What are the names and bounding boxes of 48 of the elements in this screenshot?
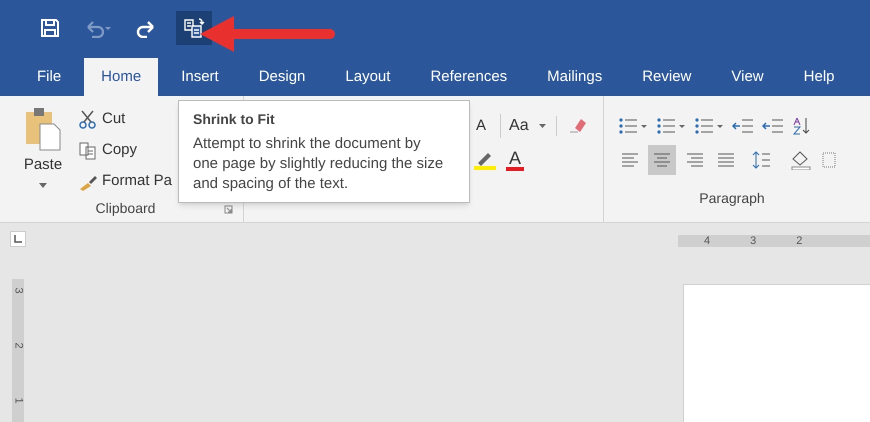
align-left-icon	[621, 153, 639, 167]
copy-icon	[78, 140, 98, 160]
dropdown-arrow-icon	[538, 124, 546, 128]
ribbon-tab[interactable]: Insert	[164, 58, 236, 96]
ribbon-tab[interactable]: Mailings	[530, 58, 620, 96]
ribbon-tab[interactable]: References	[413, 58, 524, 96]
align-justify-icon	[717, 153, 735, 167]
group-label: Clipboard	[96, 199, 156, 218]
clear-formatting-icon[interactable]	[556, 116, 587, 136]
change-case-button[interactable]: Aa	[500, 114, 529, 138]
caret-icon	[38, 182, 47, 188]
ruler-number: 3	[12, 287, 24, 294]
tab-selector[interactable]	[10, 231, 26, 247]
decrease-indent-icon[interactable]	[732, 117, 754, 135]
align-right-icon	[685, 153, 703, 167]
font-color-button[interactable]: A	[506, 149, 524, 171]
ruler-number: 1	[12, 397, 24, 404]
paste-button[interactable]: Paste	[24, 106, 62, 188]
shrink-to-fit-icon[interactable]	[176, 10, 212, 44]
ribbon-tab[interactable]: Layout	[328, 58, 408, 96]
tooltip-title: Shrink to Fit	[193, 110, 276, 129]
scissors-icon	[78, 110, 98, 130]
ruler-number: 4	[704, 234, 710, 249]
painter-button[interactable]: Format Pa	[78, 168, 172, 195]
align-center-icon	[653, 153, 671, 167]
sort-icon[interactable]	[792, 116, 812, 136]
ribbon-tab[interactable]: View	[714, 58, 781, 96]
cut-button[interactable]: Cut	[78, 106, 172, 133]
increase-indent-icon[interactable]	[762, 117, 784, 135]
ribbon-tab[interactable]: File	[20, 58, 78, 96]
dialog-launcher-icon[interactable]	[224, 205, 233, 214]
ruler-number: 2	[796, 234, 802, 249]
align-center-button[interactable]	[648, 145, 676, 175]
tooltip-text: Attempt to shrink the document by one page by slightly reducing the size and spacing of the text.	[193, 134, 444, 194]
group-label: Paragraph	[699, 189, 765, 208]
paint-bucket-icon[interactable]	[790, 150, 812, 170]
ribbon-tab[interactable]: Design	[242, 58, 322, 96]
clipboard-icon	[24, 106, 62, 152]
ribbon-tab[interactable]: Help	[786, 58, 852, 96]
ribbon-tab[interactable]: Home	[84, 58, 158, 96]
ruler-number: 3	[750, 234, 756, 249]
ribbon-tab[interactable]: Review	[625, 58, 708, 96]
bullets-icon[interactable]	[618, 116, 648, 136]
ruler-number: 2	[12, 342, 24, 349]
grow-font-button[interactable]: A	[476, 114, 490, 138]
borders-icon[interactable]	[822, 152, 836, 168]
tab-stop-icon	[14, 235, 22, 243]
copy-button[interactable]: Copy	[78, 137, 172, 164]
